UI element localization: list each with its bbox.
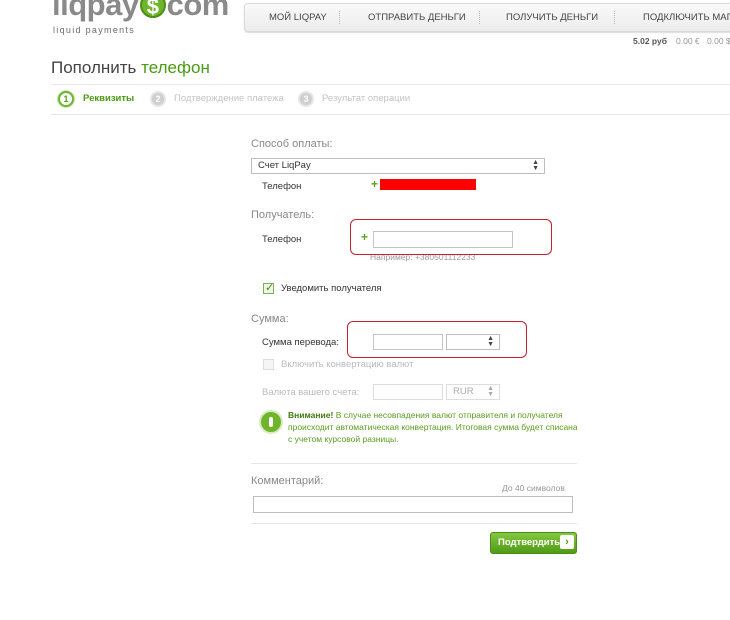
comment-limit: До 40 символов — [502, 483, 565, 493]
section-divider — [251, 463, 577, 464]
payment-method-heading: Способ оплаты: — [251, 138, 333, 150]
comment-input[interactable] — [253, 496, 573, 513]
balance-usd: 0.00 $ — [707, 36, 730, 46]
account-currency-label: Валюта вашего счета: — [262, 387, 360, 398]
nav-separator — [479, 11, 481, 24]
steps-divider — [51, 114, 730, 115]
recipient-phone-label: Телефон — [262, 234, 302, 245]
confirm-button-label: Подтвердить — [498, 537, 561, 548]
payer-phone-plus: + — [371, 177, 379, 191]
checkmark-icon: ✓ — [265, 282, 275, 294]
enable-conversion-label: Включить конвертацию валют — [281, 359, 414, 370]
page-title: Пополнить телефон — [51, 58, 210, 78]
nav-connect-store[interactable]: ПОДКЛЮЧИТЬ МАГАЗИН — [643, 4, 730, 31]
step-2-icon: 2 — [150, 91, 166, 107]
logo-text-left: liqpay — [52, 0, 139, 22]
comment-heading: Комментарий: — [251, 475, 324, 487]
nav-receive-money[interactable]: ПОЛУЧИТЬ ДЕНЬГИ — [506, 4, 598, 31]
account-currency-value: RUR — [453, 386, 474, 397]
step-1-label: Реквизиты — [83, 93, 135, 104]
notify-recipient-checkbox[interactable]: ✓ — [263, 282, 275, 294]
page-title-accent: телефон — [141, 58, 210, 77]
title-divider — [51, 84, 730, 85]
select-arrows-icon: ▲ ▼ — [532, 159, 539, 172]
nav-send-money[interactable]: ОТПРАВИТЬ ДЕНЬГИ — [368, 4, 466, 31]
payment-method-value: Счет LiqPay — [258, 160, 311, 171]
step-2-label: Подтверждение платежа — [174, 93, 284, 104]
warning-title: Внимание! — [288, 410, 334, 420]
step-3-icon: 3 — [298, 91, 314, 107]
notify-recipient-label: Уведомить получателя — [281, 283, 382, 294]
exclamation-icon — [259, 410, 283, 434]
balance-eur: 0.00 € — [676, 36, 700, 46]
select-arrows-icon: ▲ ▼ — [487, 385, 494, 398]
account-currency-select[interactable]: RUR ▲ ▼ — [446, 384, 500, 400]
confirm-button[interactable]: Подтвердить › — [490, 532, 577, 554]
payment-method-select[interactable]: Счет LiqPay ▲ ▼ — [251, 158, 545, 174]
section-divider — [251, 523, 577, 524]
conversion-warning: Внимание! В случае несовпадения валют от… — [288, 409, 578, 445]
payer-phone-label: Телефон — [262, 181, 302, 192]
top-nav: МОЙ LIQPAY ОТПРАВИТЬ ДЕНЬГИ ПОЛУЧИТЬ ДЕН… — [244, 3, 730, 32]
chevron-right-icon: › — [560, 535, 574, 549]
nav-separator — [614, 11, 616, 24]
nav-my-liqpay[interactable]: МОЙ LIQPAY — [269, 4, 327, 31]
balance-rub: 5.02 руб — [633, 36, 667, 46]
account-currency-amount-input[interactable] — [373, 384, 443, 400]
page-title-prefix: Пополнить — [51, 58, 137, 77]
annotation-highlight-phone — [350, 219, 552, 255]
step-1-icon: 1 — [58, 91, 74, 107]
transfer-amount-label: Сумма перевода: — [262, 337, 339, 348]
logo-tagline: liquid payments — [53, 25, 136, 35]
payer-phone-redaction — [380, 179, 476, 190]
liqpay-logo[interactable]: liqpay $ com — [52, 0, 229, 22]
enable-conversion-checkbox[interactable] — [263, 359, 274, 370]
logo-text-right: com — [166, 0, 230, 22]
amount-heading: Сумма: — [251, 313, 289, 325]
annotation-highlight-amount — [347, 321, 527, 358]
recipient-heading: Получатель: — [251, 209, 315, 221]
step-3-label: Результат операции — [322, 93, 411, 104]
nav-separator — [339, 11, 341, 24]
dollar-coin-icon: $ — [139, 0, 166, 19]
